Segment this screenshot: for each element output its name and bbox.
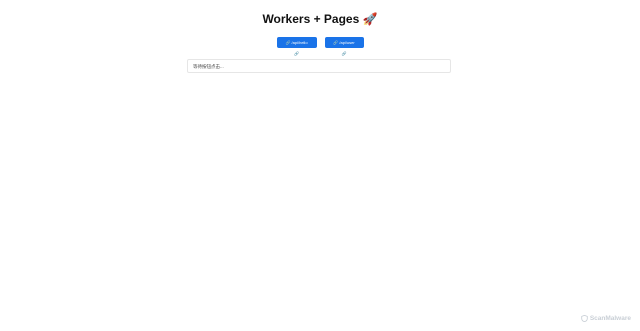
shield-icon — [581, 315, 588, 322]
api-user-button[interactable]: 🔗 /api/user 🔗 — [324, 37, 364, 56]
api-hello-button[interactable]: 🔗 /api/hello 🔗 — [276, 37, 317, 56]
button-row: 🔗 /api/hello 🔗 🔗 /api/user 🔗 — [0, 37, 640, 56]
watermark-text: ScanMalware — [589, 315, 631, 322]
page-title: Workers + Pages 🚀 — [262, 12, 378, 26]
watermark: ScanMalware — [581, 315, 631, 322]
response-output: 等待按钮点击... — [187, 59, 451, 73]
